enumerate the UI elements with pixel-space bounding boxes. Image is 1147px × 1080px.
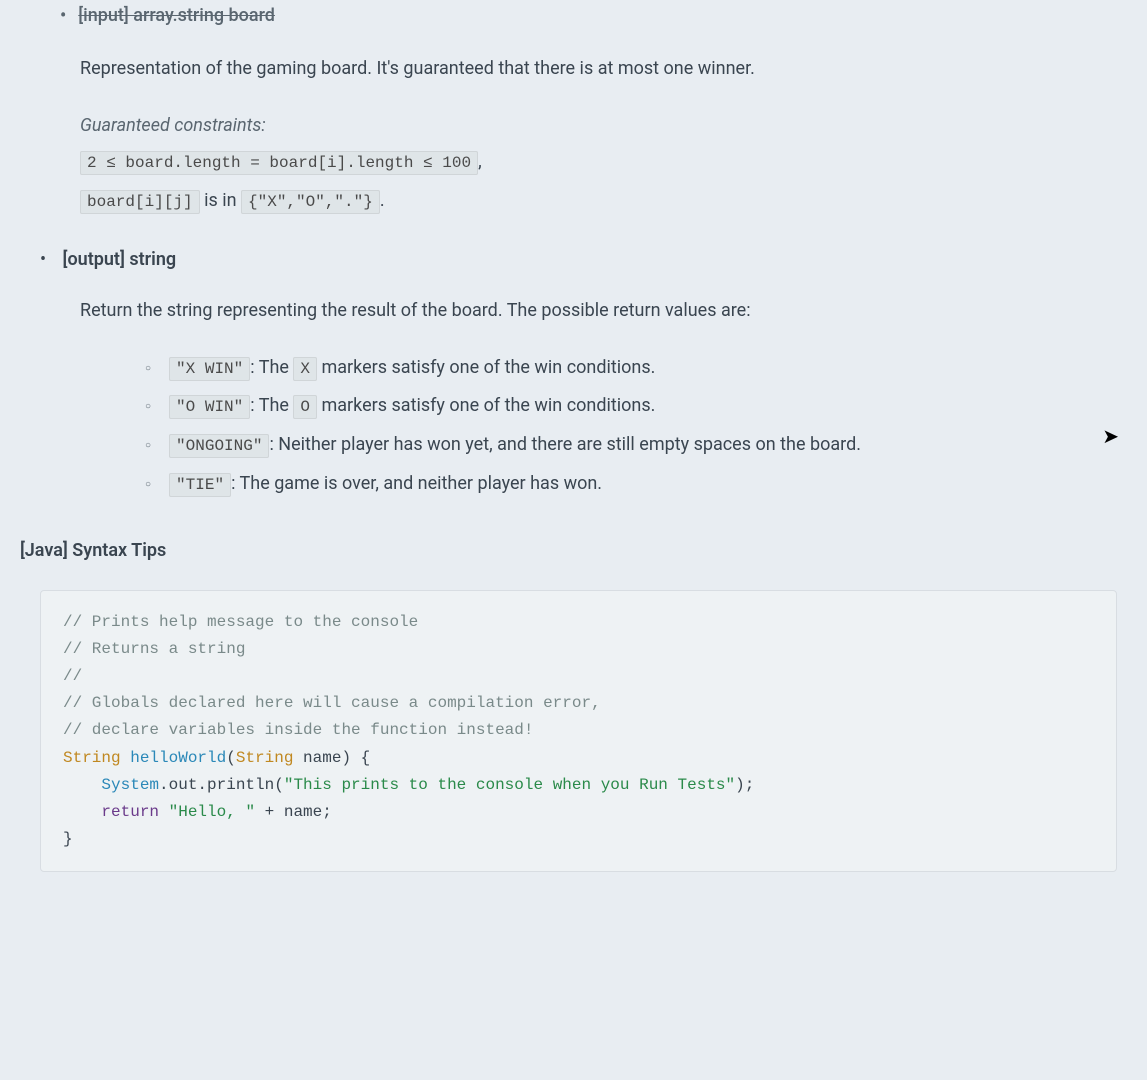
input-section: Representation of the gaming board. It's… <box>80 55 1127 216</box>
list-item: "ONGOING": Neither player has won yet, a… <box>145 431 1127 460</box>
code-method: helloWorld <box>121 749 227 767</box>
constraint-2-code-a: board[i][j] <box>80 190 200 214</box>
header-strikethrough: [input] array.string board <box>60 0 275 31</box>
code-keyword: return <box>101 803 159 821</box>
constraints-label: Guaranteed constraints: <box>80 112 1127 141</box>
code-rest: + name; <box>255 803 332 821</box>
return-code: "X WIN" <box>169 357 250 381</box>
code-mid: .out.println( <box>159 776 284 794</box>
cursor-icon: ➤ <box>1102 420 1119 452</box>
return-sep: : The <box>250 357 293 378</box>
code-indent <box>63 803 101 821</box>
constraint-1-code: 2 ≤ board.length = board[i].length ≤ 100 <box>80 151 478 175</box>
code-comment: // declare variables inside the function… <box>63 721 533 739</box>
output-description: Return the string representing the resul… <box>80 297 1127 326</box>
list-item: "TIE": The game is over, and neither pla… <box>145 470 1127 499</box>
return-rest: markers satisfy one of the win condition… <box>317 357 655 378</box>
return-code: "TIE" <box>169 473 231 497</box>
constraint-2-suffix: . <box>380 190 385 211</box>
code-type: String <box>236 749 294 767</box>
code-comment: // <box>63 667 82 685</box>
code-class: System <box>101 776 159 794</box>
return-inline-code: O <box>293 395 317 419</box>
code-punct: ( <box>226 749 236 767</box>
constraint-row-1: 2 ≤ board.length = board[i].length ≤ 100… <box>80 148 1127 177</box>
list-item: "O WIN": The O markers satisfy one of th… <box>145 392 1127 421</box>
code-comment: // Returns a string <box>63 640 245 658</box>
output-heading: [output] string <box>63 249 177 270</box>
return-inline-code: X <box>293 357 317 381</box>
return-code: "ONGOING" <box>169 434 269 458</box>
list-item: "X WIN": The X markers satisfy one of th… <box>145 354 1127 383</box>
syntax-tips-heading: [Java] Syntax Tips <box>20 537 1127 566</box>
constraint-row-2: board[i][j] is in {"X","O","."}. <box>80 187 1127 216</box>
code-string: "Hello, " <box>169 803 255 821</box>
code-block: // Prints help message to the console //… <box>40 590 1117 873</box>
return-sep: : The <box>250 395 293 416</box>
code-type: String <box>63 749 121 767</box>
return-sep: : The game is over, and neither player h… <box>231 473 602 494</box>
return-code: "O WIN" <box>169 395 250 419</box>
output-values-list: "X WIN": The X markers satisfy one of th… <box>145 354 1127 499</box>
code-rest: name) { <box>293 749 370 767</box>
constraint-2-code-b: {"X","O","."} <box>241 190 380 214</box>
input-description: Representation of the gaming board. It's… <box>80 55 1127 84</box>
code-string: "This prints to the console when you Run… <box>284 776 735 794</box>
code-comment: // Globals declared here will cause a co… <box>63 694 601 712</box>
code-indent <box>63 776 101 794</box>
return-rest: markers satisfy one of the win condition… <box>317 395 655 416</box>
constraint-1-suffix: , <box>478 151 482 172</box>
constraint-2-mid: is in <box>200 190 241 211</box>
code-comment: // Prints help message to the console <box>63 613 418 631</box>
output-heading-row: [output] string <box>40 246 1127 275</box>
code-brace: } <box>63 830 73 848</box>
code-space <box>159 803 169 821</box>
code-end: ); <box>735 776 754 794</box>
return-sep: : Neither player has won yet, and there … <box>269 434 861 455</box>
